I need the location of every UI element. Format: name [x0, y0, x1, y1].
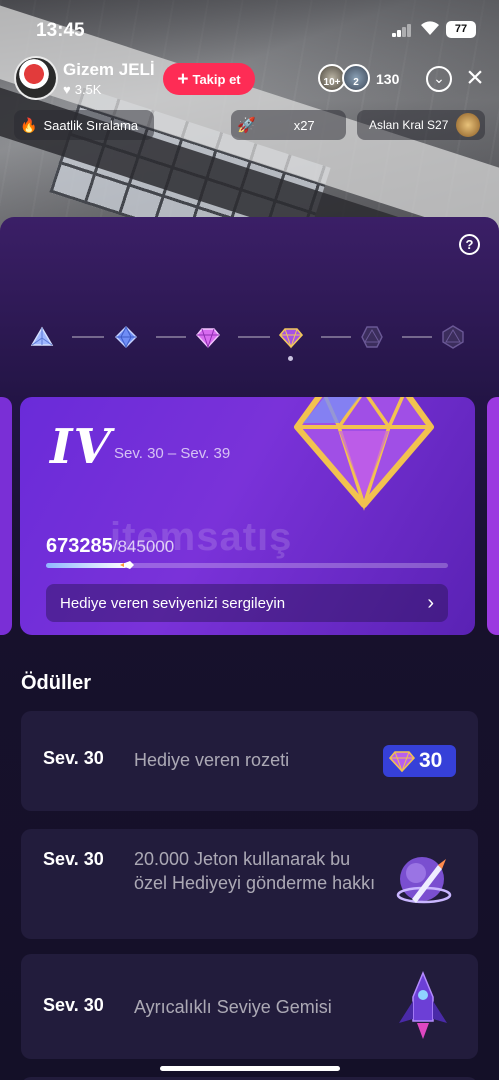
help-icon[interactable]: ? [459, 234, 480, 255]
track-connector [321, 336, 351, 338]
level-ship-icon [399, 971, 447, 1039]
tier-3-gem-icon[interactable] [196, 325, 220, 349]
reward-item[interactable]: Sev. 30 20.000 Jeton kullanarak bu özel … [21, 829, 478, 939]
reward-description: Hediye veren rozeti [134, 750, 290, 770]
lion-avatar-icon [456, 113, 481, 137]
signal-icon [392, 24, 412, 37]
reward-level: Sev. 30 [43, 849, 104, 869]
chevron-down-icon[interactable]: ⌄ [426, 66, 452, 92]
reward-description: Ayrıcalıklı Seviye Gemisi [134, 997, 332, 1017]
rewards-title: Ödüller [21, 672, 92, 694]
gift-count: x27 [293, 117, 315, 133]
battery-icon: 77 [446, 21, 476, 38]
status-bar: 13:45 77 [0, 0, 499, 60]
heart-icon: ♥ [63, 82, 71, 97]
track-connector [402, 336, 432, 338]
progress-current: 673285 [46, 535, 113, 557]
tier-4-gem-icon[interactable] [279, 325, 303, 349]
reward-item[interactable]: Sev. 30 Hediye veren rozeti 30 [21, 711, 478, 811]
track-connector [156, 336, 186, 338]
reward-description: 20.000 Jeton kullanarak bu özel Hediyeyi… [134, 849, 376, 893]
gifter-level-panel: ? IV Sev. 30 – Sev. 39 itemsatış 673285/… [0, 217, 499, 1080]
viewer-avatar[interactable]: 2 [342, 64, 370, 92]
hourly-ranking-label: Saatlik Sıralama [43, 117, 139, 133]
showcase-level-button[interactable]: Hediye veren seviyenizi sergileyin › [46, 584, 448, 622]
planet-rocket-gift-icon [396, 857, 452, 904]
progress-bar-fill [46, 563, 128, 568]
host-likes-count: 3.5K [74, 82, 102, 97]
reward-item[interactable]: Sev. 30 Ayrıcalıklı Seviye Gemisi [21, 954, 478, 1059]
wifi-icon [420, 20, 440, 41]
host-avatar[interactable] [14, 56, 58, 100]
follow-label: Takip et [192, 71, 241, 87]
flame-icon: 🔥 [20, 116, 38, 133]
host-name: Gizem JELİ [63, 60, 155, 79]
viewer-count: 130 [376, 71, 400, 87]
level-range: Sev. 30 – Sev. 39 [114, 445, 231, 462]
host-likes: ♥ 3.5K [63, 82, 101, 97]
next-level-card[interactable] [487, 397, 499, 635]
top-gifter-chip[interactable]: Aslan Kral S27 [357, 110, 485, 140]
hourly-ranking-chip[interactable]: 🔥 Saatlik Sıralama [14, 110, 154, 140]
diamond-badge-icon [389, 751, 415, 772]
home-indicator[interactable] [160, 1066, 340, 1071]
badge-value: 30 [419, 749, 443, 772]
rocket-icon: 🚀 [237, 117, 256, 134]
top-gifter-label: Aslan Kral S27 [369, 118, 449, 132]
gift-counter-chip[interactable]: 🚀 x27 [231, 110, 346, 140]
close-icon[interactable]: × [462, 63, 488, 93]
level-track [30, 322, 470, 361]
showcase-level-label: Hediye veren seviyenizi sergileyin [60, 594, 286, 612]
progress-text: 673285/845000 [46, 535, 174, 558]
tier-1-gem-icon[interactable] [30, 325, 54, 349]
current-tier-dot [288, 356, 293, 361]
tier-2-gem-icon[interactable] [114, 325, 138, 349]
rocket-progress-icon [120, 561, 135, 569]
progress-bar [46, 561, 448, 569]
follow-button[interactable]: + Takip et [163, 63, 255, 95]
diamond-icon [294, 397, 434, 511]
status-time: 13:45 [36, 20, 85, 41]
chevron-right-icon: › [427, 591, 434, 614]
previous-level-card[interactable] [0, 397, 12, 635]
track-connector [238, 336, 270, 338]
reward-level: Sev. 30 [43, 748, 104, 768]
progress-max: /845000 [112, 537, 175, 556]
level-card: IV Sev. 30 – Sev. 39 itemsatış 673285/84… [20, 397, 475, 635]
plus-icon: + [177, 68, 189, 90]
tier-5-locked-icon[interactable] [360, 325, 384, 349]
tier-6-locked-icon[interactable] [441, 325, 465, 349]
track-connector [72, 336, 104, 338]
reward-level: Sev. 30 [43, 995, 104, 1015]
level-roman-numeral: IV [50, 419, 112, 475]
gifter-badge: 30 [383, 745, 456, 777]
